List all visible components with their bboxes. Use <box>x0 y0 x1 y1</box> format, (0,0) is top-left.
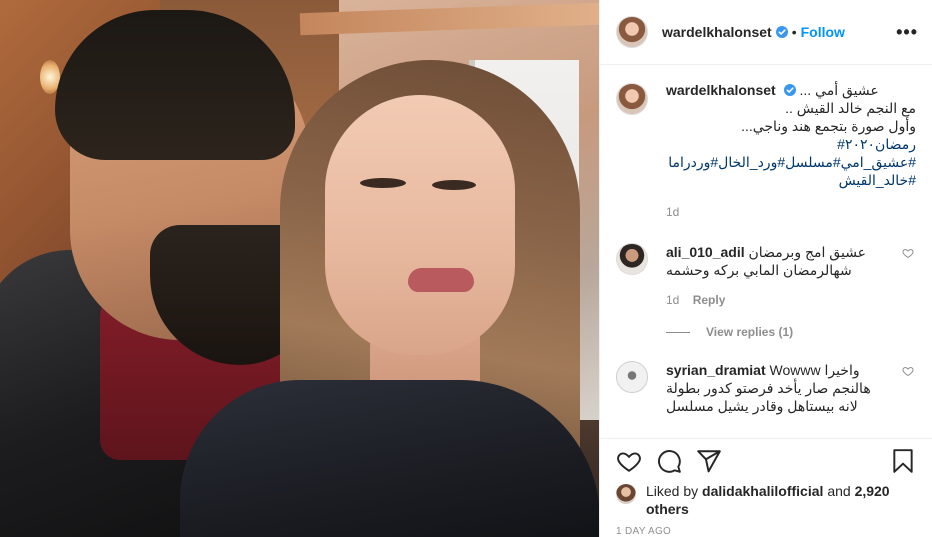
comment-like-icon[interactable] <box>902 247 914 259</box>
more-options-icon[interactable]: ••• <box>896 22 918 43</box>
heart-icon[interactable] <box>616 448 642 474</box>
verified-badge-icon <box>783 84 796 96</box>
likes-summary: Liked by dalidakhalilofficial and 2,920 … <box>600 482 932 522</box>
instagram-post: wardelkhalonset • Follow ••• wardelkhalo… <box>0 0 932 537</box>
comment-body: syrian_dramiat Wowww واخيرا هالنجم صار ي… <box>666 361 891 415</box>
verified-badge-icon <box>775 26 788 38</box>
action-bar <box>600 438 932 482</box>
commenter-avatar[interactable] <box>616 243 648 275</box>
caption-avatar[interactable] <box>616 83 648 115</box>
author-avatar[interactable] <box>616 16 648 48</box>
post-photo[interactable] <box>0 0 599 537</box>
caption: wardelkhalonset عشيق أمي ... مع النجم خا… <box>616 81 916 221</box>
view-replies-divider <box>666 331 690 333</box>
commenter-username[interactable]: syrian_dramiat <box>666 362 766 378</box>
follow-button[interactable]: Follow <box>801 24 845 40</box>
woman-eye-right <box>432 180 476 190</box>
woman-eye-left <box>360 178 406 188</box>
caption-body: wardelkhalonset عشيق أمي ... مع النجم خا… <box>666 81 916 221</box>
view-replies-link[interactable]: View replies (1) <box>666 325 916 339</box>
commenter-avatar[interactable] <box>616 361 648 393</box>
paper-plane-icon[interactable] <box>696 448 722 474</box>
comment-body: ali_010_adil عشيق امج وبرمضان شهالرمضان … <box>666 243 891 309</box>
caption-line: مع النجم خالد القيش .. <box>785 100 916 116</box>
woman-lips <box>408 268 474 292</box>
caption-first-line: wardelkhalonset عشيق أمي ... <box>666 81 916 99</box>
comment-like-icon[interactable] <box>902 365 914 377</box>
author-username[interactable]: wardelkhalonset <box>662 24 772 40</box>
post-side-panel: wardelkhalonset • Follow ••• wardelkhalo… <box>599 0 932 537</box>
likes-text: Liked by dalidakhalilofficial and 2,920 … <box>646 482 916 518</box>
comment-item: ali_010_adil عشيق امج وبرمضان شهالرمضان … <box>616 243 916 309</box>
view-replies-label: View replies (1) <box>706 325 794 339</box>
comment-timestamp[interactable]: 1d <box>666 293 679 307</box>
liked-by-label: Liked by <box>646 483 699 499</box>
reply-button[interactable]: Reply <box>693 293 726 307</box>
caption-line: وأول صورة بتجمع هند وناجي... <box>741 118 916 134</box>
liker-avatar[interactable] <box>616 484 636 504</box>
caption-timestamp[interactable]: 1d <box>666 203 916 221</box>
caption-text-start: عشيق أمي ... <box>799 82 879 98</box>
liker-username[interactable]: dalidakhalilofficial <box>702 483 823 499</box>
caption-hashtag[interactable]: #خالد_القيش <box>666 171 916 189</box>
likes-and-label: and <box>827 483 851 499</box>
post-header: wardelkhalonset • Follow ••• <box>600 0 932 65</box>
man-hair <box>55 10 295 160</box>
caption-hashtag[interactable]: رمضان٢٠٢٠# <box>666 135 916 153</box>
comment-meta: 1d Reply <box>666 291 891 309</box>
post-timestamp[interactable]: 1 DAY AGO <box>600 526 932 537</box>
comment-bubble-icon[interactable] <box>656 448 682 474</box>
woman-blouse <box>180 380 599 537</box>
caption-username[interactable]: wardelkhalonset <box>666 82 776 98</box>
header-separator: • <box>791 24 797 40</box>
comment-item: syrian_dramiat Wowww واخيرا هالنجم صار ي… <box>616 361 916 415</box>
commenter-username[interactable]: ali_010_adil <box>666 244 745 260</box>
bookmark-icon[interactable] <box>890 448 916 474</box>
woman-face <box>325 95 515 355</box>
caption-hashtags[interactable]: #عشيق_امي#مسلسل#ورد_الخال#وردراما <box>666 153 916 171</box>
comments-list[interactable]: wardelkhalonset عشيق أمي ... مع النجم خا… <box>600 65 932 438</box>
